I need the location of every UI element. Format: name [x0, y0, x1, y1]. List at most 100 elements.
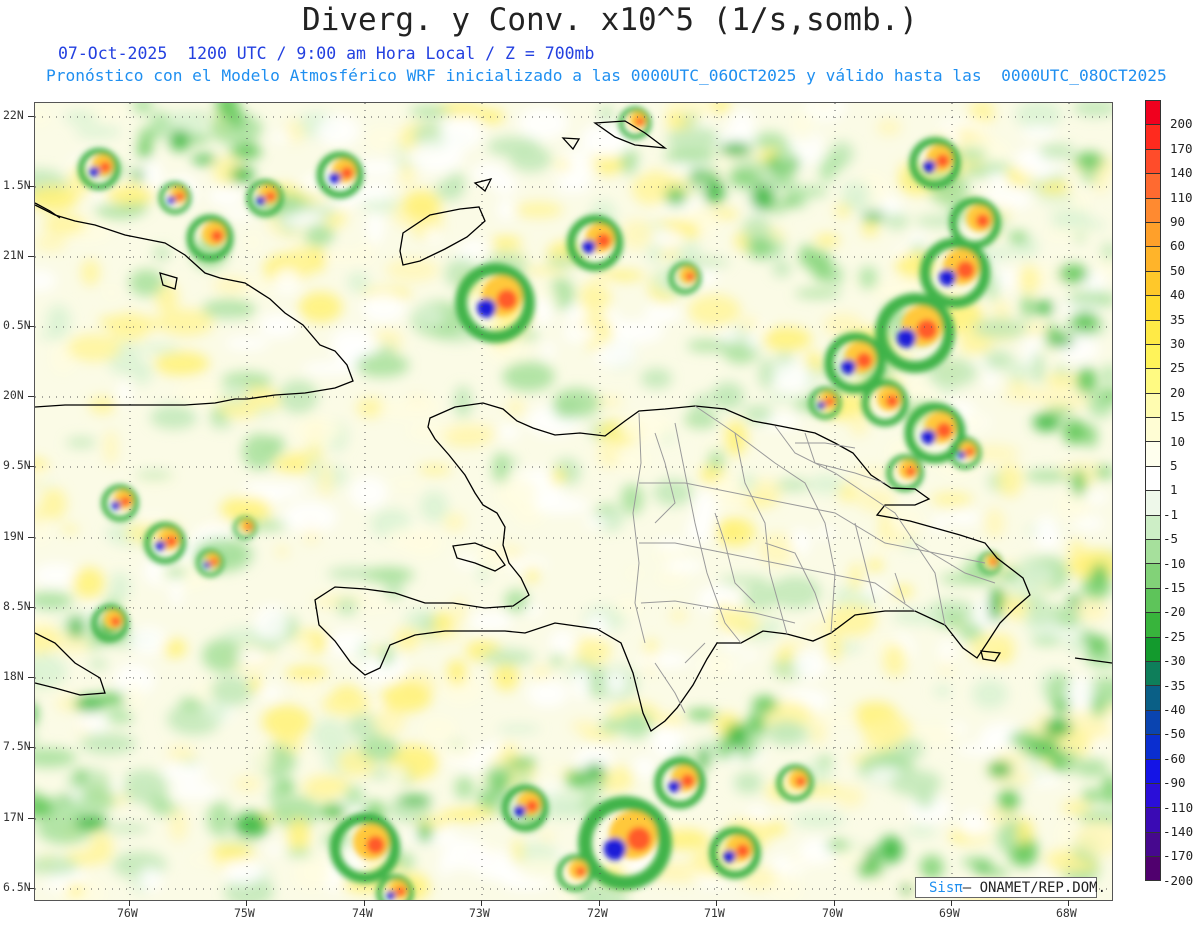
colorbar-swatch: [1145, 587, 1161, 613]
colorbar-label: -110: [1163, 799, 1194, 815]
convergence-zone-blob: [695, 169, 720, 180]
cell-hot-core: [825, 397, 835, 406]
field-blob: [972, 356, 990, 365]
longitude-label: 69W: [939, 906, 960, 920]
field-blob: [150, 405, 198, 430]
field-blob: [571, 667, 592, 701]
field-blob: [361, 291, 406, 323]
convergence-zone-blob: [1021, 295, 1033, 319]
convergence-zone-blob: [826, 840, 849, 851]
field-blob: [792, 650, 827, 679]
field-blob: [288, 817, 310, 854]
cell-convergence-core: [896, 328, 917, 348]
field-blob: [514, 202, 564, 218]
field-blob: [363, 567, 415, 583]
field-blob: [496, 424, 521, 440]
field-blob: [579, 281, 612, 316]
latitude-tick: [28, 256, 34, 257]
field-blob: [95, 202, 143, 219]
field-blob: [772, 260, 791, 278]
field-blob: [319, 249, 366, 264]
colorbar-swatch: [1145, 100, 1161, 125]
field-blob: [778, 640, 810, 649]
field-blob: [542, 342, 555, 358]
latitude-tick: [28, 326, 34, 327]
colorbar-swatch: [1145, 368, 1161, 393]
colorbar-label: 90: [1170, 214, 1186, 229]
longitude-tick: [834, 900, 835, 906]
latitude-label: 21N: [3, 248, 24, 262]
field-blob: [542, 763, 563, 775]
field-blob: [563, 324, 598, 343]
colorbar-swatch: [1145, 807, 1161, 832]
field-blob: [790, 528, 811, 556]
field-blob: [698, 820, 719, 830]
field-blob: [347, 271, 370, 293]
field-blob: [712, 381, 745, 411]
field-blob: [826, 603, 877, 637]
cell-hot-core: [496, 289, 518, 310]
field-blob: [776, 478, 810, 492]
field-blob: [1024, 469, 1070, 482]
convergence-zone-blob: [988, 761, 1013, 778]
convergence-zone-blob: [698, 746, 710, 770]
field-blob: [938, 639, 956, 669]
colorbar-swatch: [1145, 758, 1161, 783]
field-blob: [370, 701, 384, 711]
convergence-zone-blob: [1082, 789, 1100, 803]
latitude-label: 22N: [3, 108, 24, 122]
colorbar-label: -170: [1163, 848, 1194, 864]
field-blob: [867, 558, 884, 571]
field-blob: [117, 380, 131, 407]
field-blob: [72, 567, 105, 599]
field-blob: [409, 106, 451, 117]
convergence-zone-blob: [781, 197, 800, 206]
field-blob: [357, 640, 372, 661]
convergence-zone-blob: [287, 848, 312, 858]
colorbar-label: -25: [1163, 628, 1186, 644]
field-blob: [212, 276, 249, 294]
field-blob: [336, 597, 358, 616]
field-blob: [997, 463, 1023, 498]
colorbar-swatch: [1145, 417, 1161, 442]
cell-hot-core: [596, 233, 611, 248]
field-blob: [972, 318, 1028, 339]
cell-hot-core: [245, 524, 252, 530]
convergence-zone-blob: [1053, 699, 1070, 714]
field-blob: [443, 837, 488, 871]
field-blob: [359, 240, 376, 264]
latitude-tick: [28, 396, 34, 397]
field-blob: [413, 305, 445, 328]
colorbar-label: 140: [1170, 165, 1193, 181]
field-blob: [420, 490, 449, 523]
cell-convergence-core: [155, 540, 166, 551]
cell-hot-core: [211, 230, 223, 242]
convergence-zone-blob: [1008, 231, 1028, 244]
field-blob: [61, 525, 79, 534]
field-blob: [550, 654, 564, 667]
cell-convergence-core: [957, 451, 966, 460]
field-blob: [608, 320, 664, 344]
field-blob: [1038, 143, 1076, 160]
colorbar-swatch: [1145, 856, 1161, 881]
field-blob: [80, 732, 136, 755]
field-blob: [733, 772, 763, 794]
convergence-zone-blob: [506, 758, 537, 769]
field-blob: [267, 483, 304, 499]
convergence-zone-blob: [149, 111, 171, 136]
colorbar-label: 5: [1170, 458, 1178, 473]
cell-hot-core: [627, 827, 651, 851]
cell-hot-core: [736, 844, 750, 858]
field-blob: [523, 606, 543, 616]
field-blob: [234, 775, 262, 792]
colorbar-swatch: [1145, 660, 1161, 686]
field-blob: [66, 437, 97, 448]
field-blob: [318, 462, 334, 498]
sispi-logo-text: Sisπ: [929, 880, 963, 896]
field-blob: [872, 541, 887, 559]
model-info-subtitle: Pronóstico con el Modelo Atmosférico WRF…: [46, 66, 1167, 85]
field-blob: [360, 736, 399, 762]
colorbar-swatch: [1145, 148, 1161, 174]
colorbar-label: 60: [1170, 238, 1186, 254]
field-blob: [37, 331, 65, 340]
